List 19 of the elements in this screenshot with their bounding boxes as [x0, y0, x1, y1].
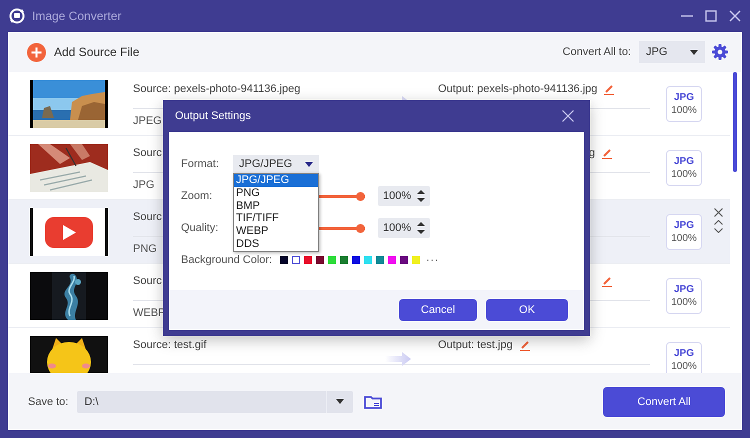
file-info: PNG: [133, 242, 157, 257]
dialog-title: Output Settings: [175, 110, 251, 122]
zoom-label: Zoom:: [181, 190, 214, 202]
file-info: JPG: [133, 178, 154, 193]
save-to-label: Save to:: [28, 396, 68, 408]
file-info: JPEG: [133, 114, 162, 129]
source-filename: Sourc: [133, 275, 162, 287]
format-label: Format:: [181, 158, 220, 170]
source-filename: Sourc: [133, 211, 162, 223]
source-filename: Sourc: [133, 147, 162, 159]
output-filename: Output: test.jpg: [438, 339, 513, 351]
quality-label: Quality:: [181, 222, 220, 234]
file-info: WEBP: [133, 306, 166, 321]
output-filename: Output: pexels-photo-941136.jpg: [438, 83, 598, 95]
source-filename: Source: test.gif: [133, 339, 206, 351]
background-color-label: Background Color:: [181, 254, 272, 266]
window-title: Image Converter: [32, 9, 122, 23]
convert-all-label: Convert All to:: [562, 46, 631, 58]
source-filename: Source: pexels-photo-941136.jpeg: [133, 83, 300, 95]
